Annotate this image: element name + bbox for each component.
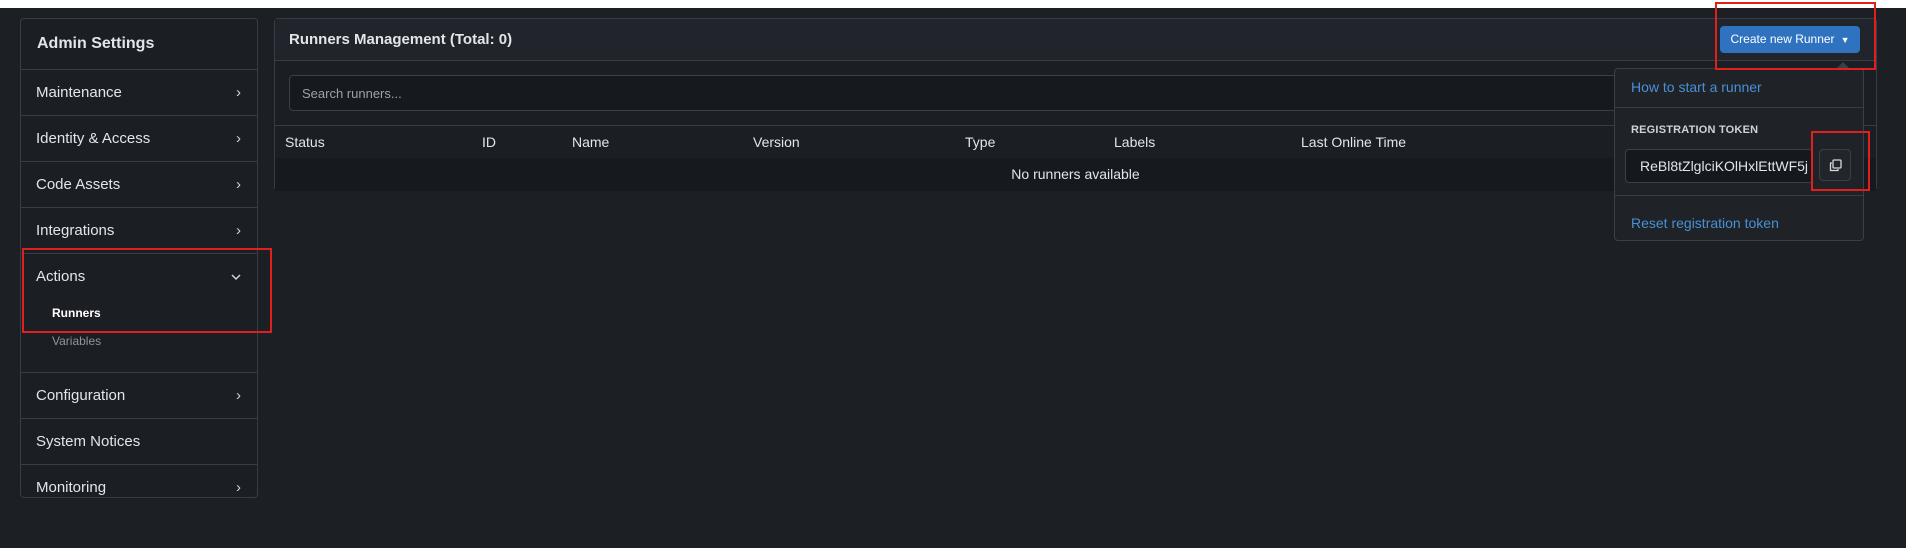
copy-token-button[interactable] <box>1819 149 1851 181</box>
admin-sidebar: Admin Settings Maintenance › Identity & … <box>20 18 258 498</box>
page-title: Runners Management (Total: 0) <box>289 31 513 48</box>
create-runner-button[interactable]: Create new Runner ▼ <box>1720 26 1860 53</box>
sidebar-item-label: Integrations <box>36 222 115 239</box>
column-header-type[interactable]: Type <box>965 126 995 159</box>
create-runner-dropdown: How to start a runner REGISTRATION TOKEN… <box>1614 68 1864 241</box>
chevron-right-icon: › <box>236 176 241 193</box>
sidebar-item-actions[interactable]: Actions <box>21 254 257 299</box>
sidebar-item-maintenance[interactable]: Maintenance › <box>21 70 257 116</box>
sidebar-item-label: Code Assets <box>36 176 121 193</box>
sidebar-item-code-assets[interactable]: Code Assets › <box>21 162 257 208</box>
column-header-status[interactable]: Status <box>285 126 325 159</box>
sidebar-item-label: System Notices <box>36 433 141 450</box>
chevron-right-icon: › <box>236 479 241 496</box>
create-runner-label: Create new Runner <box>1730 32 1835 46</box>
sidebar-item-label: Identity & Access <box>36 130 151 147</box>
dropdown-divider <box>1615 107 1863 108</box>
column-header-labels[interactable]: Labels <box>1114 126 1155 159</box>
sidebar-subitem-variables[interactable]: Variables <box>21 327 257 355</box>
sidebar-item-label: Maintenance <box>36 84 122 101</box>
chevron-right-icon: › <box>236 130 241 147</box>
column-header-version[interactable]: Version <box>753 126 800 159</box>
sidebar-item-label: Monitoring <box>36 479 107 496</box>
sidebar-item-monitoring[interactable]: Monitoring › <box>21 465 257 510</box>
reset-registration-token-link[interactable]: Reset registration token <box>1631 215 1779 231</box>
column-header-id[interactable]: ID <box>482 126 496 159</box>
chevron-right-icon: › <box>236 222 241 239</box>
sidebar-item-identity-access[interactable]: Identity & Access › <box>21 116 257 162</box>
column-header-name[interactable]: Name <box>572 126 609 159</box>
registration-token-field[interactable]: ReBl8tZlglciKOlHxlEttWF5j <box>1625 149 1813 183</box>
sidebar-subitem-runners[interactable]: Runners <box>21 299 257 327</box>
chevron-right-icon: › <box>236 84 241 101</box>
chevron-right-icon: › <box>236 387 241 404</box>
search-container <box>289 75 1629 111</box>
sidebar-item-configuration[interactable]: Configuration › <box>21 373 257 419</box>
search-input[interactable] <box>289 75 1629 111</box>
how-to-start-runner-link[interactable]: How to start a runner <box>1631 79 1762 95</box>
column-header-last-online-time[interactable]: Last Online Time <box>1301 126 1406 159</box>
sidebar-item-system-notices[interactable]: System Notices <box>21 419 257 465</box>
top-strip <box>0 0 1906 8</box>
chevron-down-icon <box>231 254 241 299</box>
dropdown-divider <box>1615 195 1863 196</box>
sidebar-item-label: Configuration <box>36 387 126 404</box>
registration-token-label: REGISTRATION TOKEN <box>1631 124 1759 136</box>
copy-icon <box>1829 159 1842 172</box>
sidebar-item-integrations[interactable]: Integrations › <box>21 208 257 254</box>
caret-down-icon: ▼ <box>1840 35 1850 45</box>
sidebar-item-label: Actions <box>36 268 86 285</box>
sidebar-title: Admin Settings <box>21 19 257 70</box>
sidebar-group-actions: Actions Runners Variables <box>21 254 257 373</box>
panel-header: Runners Management (Total: 0) <box>275 19 1876 61</box>
